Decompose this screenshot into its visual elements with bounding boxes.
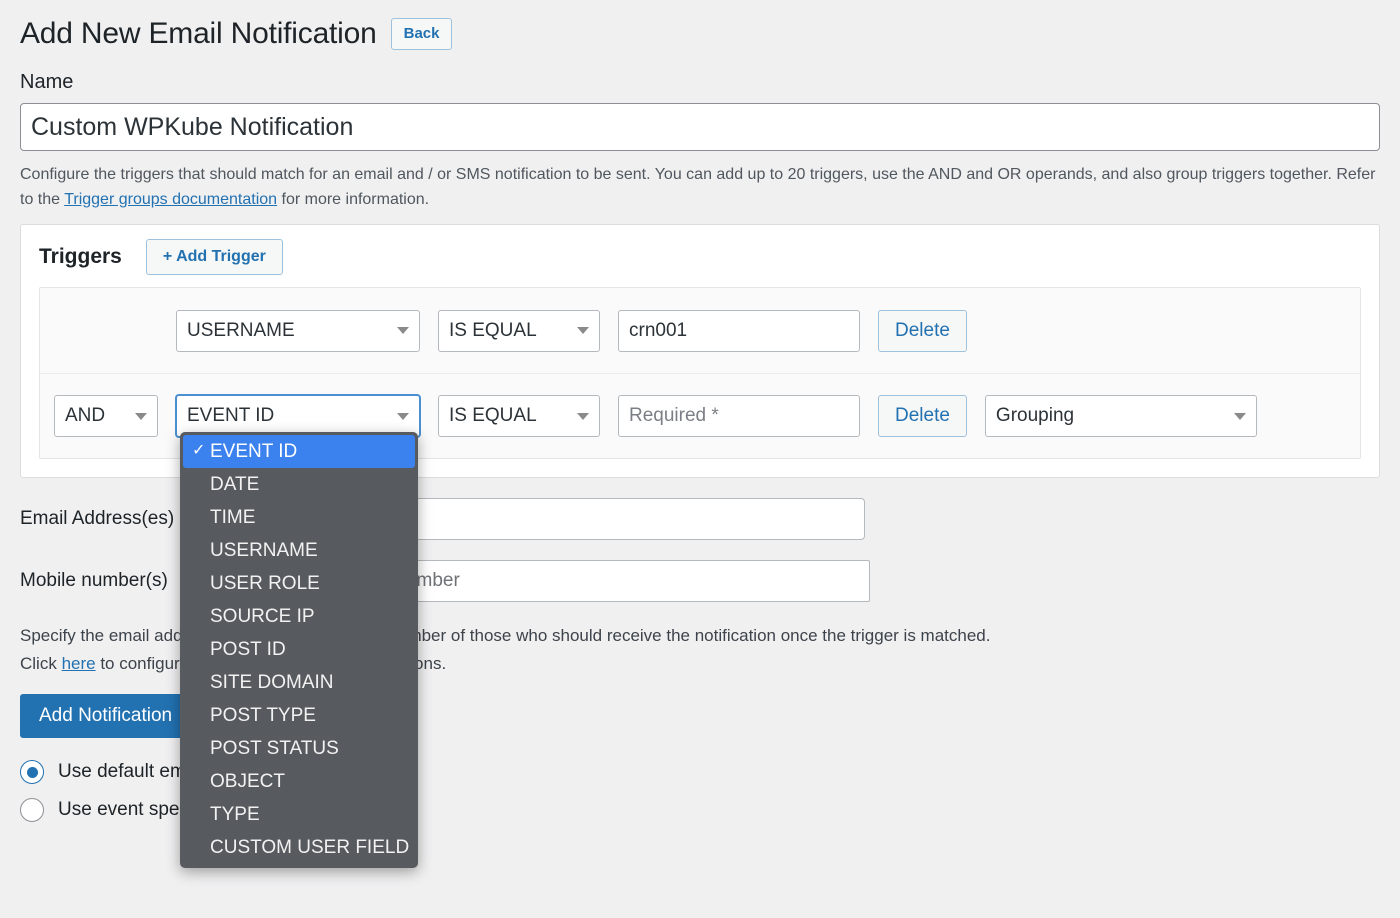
page-root: Add New Email Notification Back Name Con… [0, 0, 1400, 918]
dropdown-option-label: TIME [210, 507, 256, 528]
delete-trigger-button[interactable]: Delete [878, 395, 967, 437]
dropdown-option-label: USERNAME [210, 540, 318, 561]
name-input[interactable] [20, 103, 1380, 151]
dropdown-option-label: SOURCE IP [210, 606, 315, 627]
trigger-grouping-value: Grouping [995, 405, 1075, 426]
dropdown-option-label: POST ID [210, 639, 286, 660]
dropdown-option-label: USER ROLE [210, 573, 320, 594]
page-header: Add New Email Notification Back [20, 0, 1380, 54]
back-button[interactable]: Back [390, 18, 453, 50]
chevron-down-icon [397, 327, 409, 334]
dropdown-option-label: DATE [210, 474, 260, 495]
dropdown-option[interactable]: USER ROLE [180, 567, 418, 600]
radio-icon-default-template[interactable] [20, 760, 44, 784]
trigger-value-input[interactable] [618, 395, 860, 437]
triggers-title: Triggers [39, 245, 122, 268]
trigger-comparator-value: IS EQUAL [449, 319, 537, 341]
add-trigger-button[interactable]: + Add Trigger [145, 239, 283, 275]
dropdown-option[interactable]: USERNAME [180, 534, 418, 567]
trigger-value-input[interactable] [618, 309, 860, 352]
add-notification-button[interactable]: Add Notification [20, 694, 192, 738]
trigger-operand-select[interactable]: AND [54, 395, 158, 437]
dropdown-option[interactable]: DATE [180, 468, 418, 501]
description-text-after: for more information. [277, 191, 430, 208]
dropdown-option[interactable]: POST TYPE [180, 699, 418, 732]
trigger-field-dropdown-menu[interactable]: ✓ EVENT ID DATE TIME USERNAME USER ROLE SOURCE… [180, 432, 418, 868]
dropdown-option-label: SITE DOMAIN [210, 672, 334, 693]
dropdown-option[interactable]: ✓ EVENT ID [183, 435, 415, 468]
trigger-grouping-select[interactable]: Grouping [984, 395, 1257, 437]
trigger-field-select-open[interactable]: EVENT ID [176, 395, 420, 437]
triggers-header: Triggers + Add Trigger [39, 239, 1361, 275]
chevron-down-icon [397, 412, 409, 420]
note-text-before: Click [20, 654, 62, 673]
trigger-comparator-select[interactable]: IS EQUAL [438, 395, 600, 437]
delete-trigger-button[interactable]: Delete [878, 309, 967, 352]
dropdown-option[interactable]: OBJECT [180, 765, 418, 798]
trigger-field-value: EVENT ID [187, 405, 275, 426]
trigger-comparator-value: IS EQUAL [449, 405, 537, 426]
chevron-down-icon [1233, 412, 1246, 420]
dropdown-option[interactable]: POST STATUS [180, 732, 418, 765]
trigger-comparator-select[interactable]: IS EQUAL [438, 309, 600, 352]
chevron-down-icon [577, 327, 589, 334]
trigger-field-value: USERNAME [187, 319, 295, 341]
dropdown-option-label: TYPE [210, 804, 260, 825]
chevron-down-icon [135, 412, 147, 420]
trigger-field-select[interactable]: USERNAME [176, 309, 420, 352]
dropdown-option[interactable]: SITE DOMAIN [180, 666, 418, 699]
page-title: Add New Email Notification [20, 17, 377, 50]
dropdown-option[interactable]: TIME [180, 501, 418, 534]
dropdown-option[interactable]: SOURCE IP [180, 600, 418, 633]
sms-settings-link[interactable]: here [62, 654, 96, 673]
trigger-groups-documentation-link[interactable]: Trigger groups documentation [64, 191, 277, 208]
trigger-row: USERNAME IS EQUAL Delete [40, 288, 1360, 373]
dropdown-option-label: POST TYPE [210, 705, 316, 726]
dropdown-option[interactable]: POST ID [180, 633, 418, 666]
dropdown-option[interactable]: CUSTOM USER FIELD [180, 831, 418, 864]
dropdown-option-label: OBJECT [210, 771, 285, 792]
radio-icon-event-specific-template[interactable] [20, 798, 44, 822]
chevron-down-icon [577, 412, 589, 420]
check-icon: ✓ [192, 442, 206, 459]
triggers-description: Configure the triggers that should match… [20, 162, 1380, 212]
dropdown-option-label: POST STATUS [210, 738, 339, 759]
dropdown-option-label: EVENT ID [210, 441, 298, 462]
trigger-operand-value: AND [65, 405, 106, 426]
dropdown-option[interactable]: TYPE [180, 798, 418, 831]
dropdown-option-label: CUSTOM USER FIELD [210, 837, 410, 858]
name-label: Name [20, 71, 74, 93]
